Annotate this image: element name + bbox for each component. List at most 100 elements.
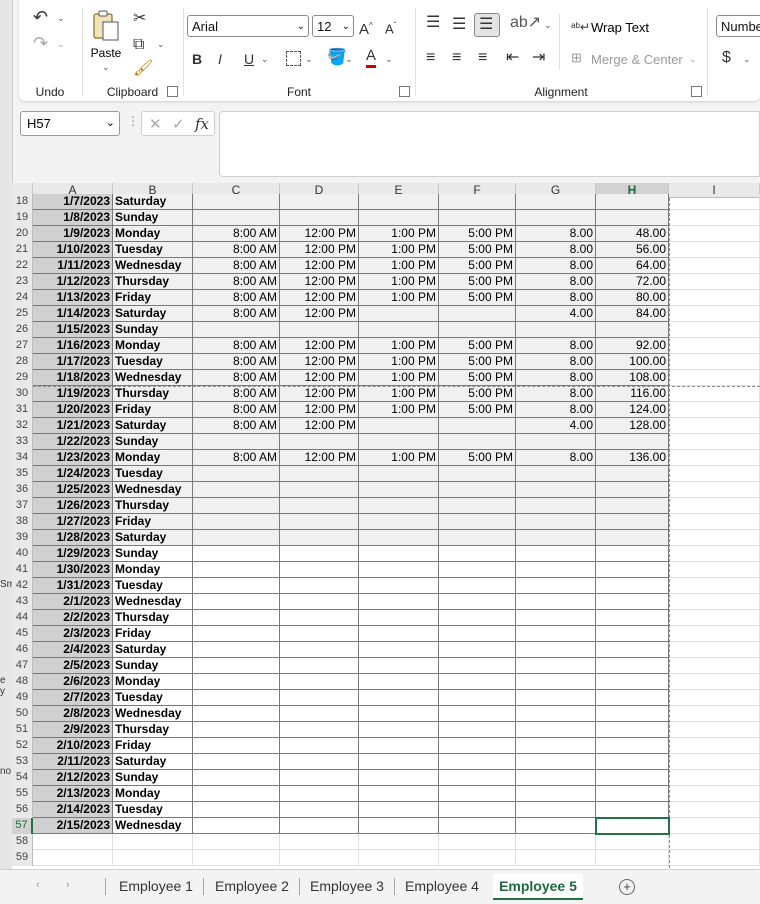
cell-e42[interactable]: [359, 578, 439, 594]
cell-i50[interactable]: [669, 706, 760, 722]
cell-f28[interactable]: 5:00 PM: [439, 354, 516, 370]
cell-h47[interactable]: [596, 658, 669, 674]
cell-b46[interactable]: Saturday: [113, 642, 193, 658]
cell-i42[interactable]: [669, 578, 760, 594]
chevron-down-icon[interactable]: ⌄: [345, 54, 353, 65]
cell-a22[interactable]: 1/11/2023: [33, 258, 113, 274]
cell-f53[interactable]: [439, 754, 516, 770]
cell-a37[interactable]: 1/26/2023: [33, 498, 113, 514]
cell-d51[interactable]: [280, 722, 359, 738]
cell-f22[interactable]: 5:00 PM: [439, 258, 516, 274]
row-header[interactable]: 59: [12, 850, 33, 866]
cell-b57[interactable]: Wednesday: [113, 818, 193, 834]
cell-h23[interactable]: 72.00: [596, 274, 669, 290]
dialog-launcher-icon[interactable]: [167, 86, 178, 97]
cell-c20[interactable]: 8:00 AM: [193, 226, 280, 242]
cell-d32[interactable]: 12:00 PM: [280, 418, 359, 434]
cell-e53[interactable]: [359, 754, 439, 770]
row-header[interactable]: 52: [12, 738, 33, 754]
cell-f57[interactable]: [439, 818, 516, 834]
cell-h33[interactable]: [596, 434, 669, 450]
cell-h28[interactable]: 100.00: [596, 354, 669, 370]
cell-e40[interactable]: [359, 546, 439, 562]
cell-c27[interactable]: 8:00 AM: [193, 338, 280, 354]
chevron-down-icon[interactable]: ⌄: [157, 39, 165, 50]
cell-c59[interactable]: [193, 850, 280, 866]
sheet-tab-2[interactable]: Employee 2: [208, 874, 296, 898]
cell-e44[interactable]: [359, 610, 439, 626]
cell-e57[interactable]: [359, 818, 439, 834]
cell-f48[interactable]: [439, 674, 516, 690]
cell-i46[interactable]: [669, 642, 760, 658]
cell-g55[interactable]: [516, 786, 596, 802]
row-header[interactable]: 23: [12, 274, 33, 290]
cell-e24[interactable]: 1:00 PM: [359, 290, 439, 306]
cell-g56[interactable]: [516, 802, 596, 818]
cell-c36[interactable]: [193, 482, 280, 498]
cell-f47[interactable]: [439, 658, 516, 674]
cell-g44[interactable]: [516, 610, 596, 626]
wrap-text-button[interactable]: ᵃᵇ↵ Wrap Text: [571, 18, 671, 38]
cell-e34[interactable]: 1:00 PM: [359, 450, 439, 466]
cell-d56[interactable]: [280, 802, 359, 818]
cell-g34[interactable]: 8.00: [516, 450, 596, 466]
row-header[interactable]: 27: [12, 338, 33, 354]
cell-g43[interactable]: [516, 594, 596, 610]
align-center-icon[interactable]: ≡: [452, 49, 461, 67]
row-header[interactable]: 58: [12, 834, 33, 850]
cell-i34[interactable]: [669, 450, 760, 466]
cell-e30[interactable]: 1:00 PM: [359, 386, 439, 402]
cell-f51[interactable]: [439, 722, 516, 738]
cell-c40[interactable]: [193, 546, 280, 562]
cell-b55[interactable]: Monday: [113, 786, 193, 802]
decrease-font-size-icon[interactable]: Aˇ: [385, 17, 396, 38]
cell-d28[interactable]: 12:00 PM: [280, 354, 359, 370]
cell-b40[interactable]: Sunday: [113, 546, 193, 562]
cell-c54[interactable]: [193, 770, 280, 786]
cell-i55[interactable]: [669, 786, 760, 802]
cell-b24[interactable]: Friday: [113, 290, 193, 306]
cell-b20[interactable]: Monday: [113, 226, 193, 242]
cell-d45[interactable]: [280, 626, 359, 642]
cell-d36[interactable]: [280, 482, 359, 498]
cell-g31[interactable]: 8.00: [516, 402, 596, 418]
cell-c57[interactable]: [193, 818, 280, 834]
cell-e54[interactable]: [359, 770, 439, 786]
cell-e52[interactable]: [359, 738, 439, 754]
cell-i24[interactable]: [669, 290, 760, 306]
font-name-select[interactable]: Arial ⌄: [187, 15, 309, 37]
cell-h59[interactable]: [596, 850, 669, 866]
cell-h30[interactable]: 116.00: [596, 386, 669, 402]
cell-c19[interactable]: [193, 210, 280, 226]
cell-e47[interactable]: [359, 658, 439, 674]
cell-a18[interactable]: 1/7/2023: [33, 194, 113, 210]
cell-b48[interactable]: Monday: [113, 674, 193, 690]
cell-e28[interactable]: 1:00 PM: [359, 354, 439, 370]
cell-h40[interactable]: [596, 546, 669, 562]
cell-h53[interactable]: [596, 754, 669, 770]
name-box[interactable]: H57 ⌄: [20, 111, 120, 136]
cell-d19[interactable]: [280, 210, 359, 226]
cell-g50[interactable]: [516, 706, 596, 722]
cell-c29[interactable]: 8:00 AM: [193, 370, 280, 386]
cell-i23[interactable]: [669, 274, 760, 290]
cell-g47[interactable]: [516, 658, 596, 674]
row-header[interactable]: 47: [12, 658, 33, 674]
increase-indent-icon[interactable]: ⇥: [532, 49, 545, 67]
sheet-tab-1[interactable]: Employee 1: [112, 874, 200, 898]
chevron-down-icon[interactable]: ⌄: [57, 39, 65, 50]
row-header[interactable]: 31: [12, 402, 33, 418]
cell-e33[interactable]: [359, 434, 439, 450]
format-painter-icon[interactable]: 🖌: [133, 60, 153, 78]
cell-g36[interactable]: [516, 482, 596, 498]
cell-b52[interactable]: Friday: [113, 738, 193, 754]
cell-c42[interactable]: [193, 578, 280, 594]
row-header[interactable]: 33: [12, 434, 33, 450]
cell-b53[interactable]: Saturday: [113, 754, 193, 770]
cell-e23[interactable]: 1:00 PM: [359, 274, 439, 290]
cell-g41[interactable]: [516, 562, 596, 578]
cell-c38[interactable]: [193, 514, 280, 530]
cell-f38[interactable]: [439, 514, 516, 530]
cell-d27[interactable]: 12:00 PM: [280, 338, 359, 354]
cell-c30[interactable]: 8:00 AM: [193, 386, 280, 402]
